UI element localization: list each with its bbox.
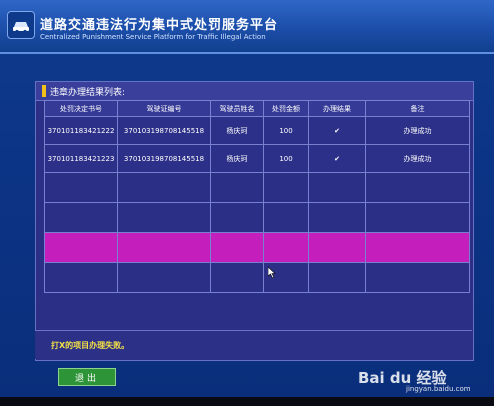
- results-table: 处罚决定书号 驾驶证编号 驾驶员姓名 处罚金额 办理结果 备注 37010118…: [44, 100, 470, 293]
- mouse-cursor-icon: [267, 263, 276, 282]
- cell-driver: 杨庆珂: [210, 116, 264, 145]
- cell-remark: 办理成功: [365, 144, 470, 173]
- app-screen: 道路交通违法行为集中式处罚服务平台 Centralized Punishment…: [0, 0, 494, 406]
- col-amount: 处罚金额: [263, 100, 309, 117]
- cell-decision-no: 370101183421222: [44, 116, 118, 145]
- check-icon: ✔: [308, 144, 366, 173]
- cell-remark: 办理成功: [365, 116, 470, 145]
- table-header-row: 处罚决定书号 驾驶证编号 驾驶员姓名 处罚金额 办理结果 备注: [44, 100, 470, 117]
- baidu-watermark: Bai du 经验 jingyan.baidu.com: [358, 364, 488, 394]
- cell-decision-no: 370101183421223: [44, 144, 118, 173]
- table-row[interactable]: 370101183421222 370103198708145518 杨庆珂 1…: [44, 116, 470, 145]
- cell-driver: 杨庆珂: [210, 144, 264, 173]
- cell-amount: 100: [263, 116, 309, 145]
- status-bar: 打X的项目办理失败。: [35, 330, 472, 359]
- cell-amount: 100: [263, 144, 309, 173]
- table-row-empty[interactable]: [44, 202, 470, 233]
- check-icon: ✔: [308, 116, 366, 145]
- col-remark: 备注: [365, 100, 470, 117]
- panel-header: 违章办理结果列表:: [36, 82, 473, 101]
- cell-license-no: 370103198708145518: [117, 116, 211, 145]
- cell-license-no: 370103198708145518: [117, 144, 211, 173]
- col-driver: 驾驶员姓名: [210, 100, 264, 117]
- exit-button[interactable]: 退出: [58, 368, 116, 386]
- monitor-bezel: [0, 397, 494, 406]
- table-row-selected[interactable]: [44, 232, 470, 263]
- panel-marker-icon: [42, 85, 46, 97]
- col-result: 办理结果: [308, 100, 366, 117]
- panel-title: 违章办理结果列表:: [50, 88, 126, 98]
- app-header: 道路交通违法行为集中式处罚服务平台 Centralized Punishment…: [0, 0, 494, 54]
- table-row-empty[interactable]: [44, 172, 470, 203]
- table-row-empty[interactable]: [44, 262, 470, 293]
- table-row[interactable]: 370101183421223 370103198708145518 杨庆珂 1…: [44, 144, 470, 173]
- app-subtitle: Centralized Punishment Service Platform …: [40, 33, 266, 41]
- col-decision-no: 处罚决定书号: [44, 100, 118, 117]
- car-logo-icon: [7, 11, 35, 39]
- col-license-no: 驾驶证编号: [117, 100, 211, 117]
- failure-note: 打X的项目办理失败。: [51, 341, 130, 350]
- watermark-sub: jingyan.baidu.com: [406, 385, 471, 393]
- app-title: 道路交通违法行为集中式处罚服务平台: [40, 18, 279, 33]
